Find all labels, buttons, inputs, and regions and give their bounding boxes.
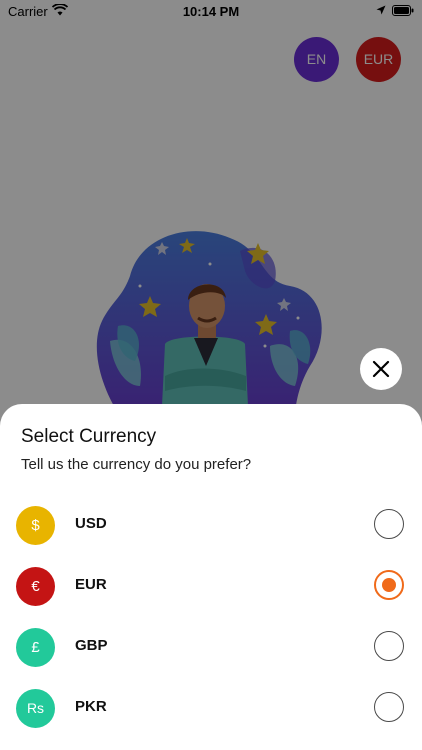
currency-sheet: Select Currency Tell us the currency do …: [0, 404, 422, 750]
currency-code: USD: [75, 515, 107, 532]
sheet-title: Select Currency: [21, 426, 157, 447]
currency-option-usd[interactable]: $ USD: [0, 500, 422, 552]
close-button[interactable]: [360, 348, 402, 390]
pound-icon: £: [16, 628, 55, 667]
radio-selected-dot: [382, 578, 396, 592]
currency-option-gbp[interactable]: £ GBP: [0, 622, 422, 674]
currency-radio[interactable]: [374, 631, 404, 661]
rupee-icon: Rs: [16, 689, 55, 728]
currency-radio-selected[interactable]: [374, 570, 404, 600]
currency-radio[interactable]: [374, 509, 404, 539]
euro-icon: €: [16, 567, 55, 606]
currency-option-eur[interactable]: € EUR: [0, 561, 422, 613]
dollar-icon: $: [16, 506, 55, 545]
sheet-subtitle: Tell us the currency do you prefer?: [21, 456, 252, 473]
close-icon: [372, 360, 390, 378]
currency-code: PKR: [75, 698, 107, 715]
currency-code: EUR: [75, 576, 107, 593]
currency-code: GBP: [75, 637, 108, 654]
currency-radio[interactable]: [374, 692, 404, 722]
currency-option-pkr[interactable]: Rs PKR: [0, 683, 422, 735]
app-screen: Carrier 10:14 PM EN EUR Select Currency …: [0, 0, 422, 750]
